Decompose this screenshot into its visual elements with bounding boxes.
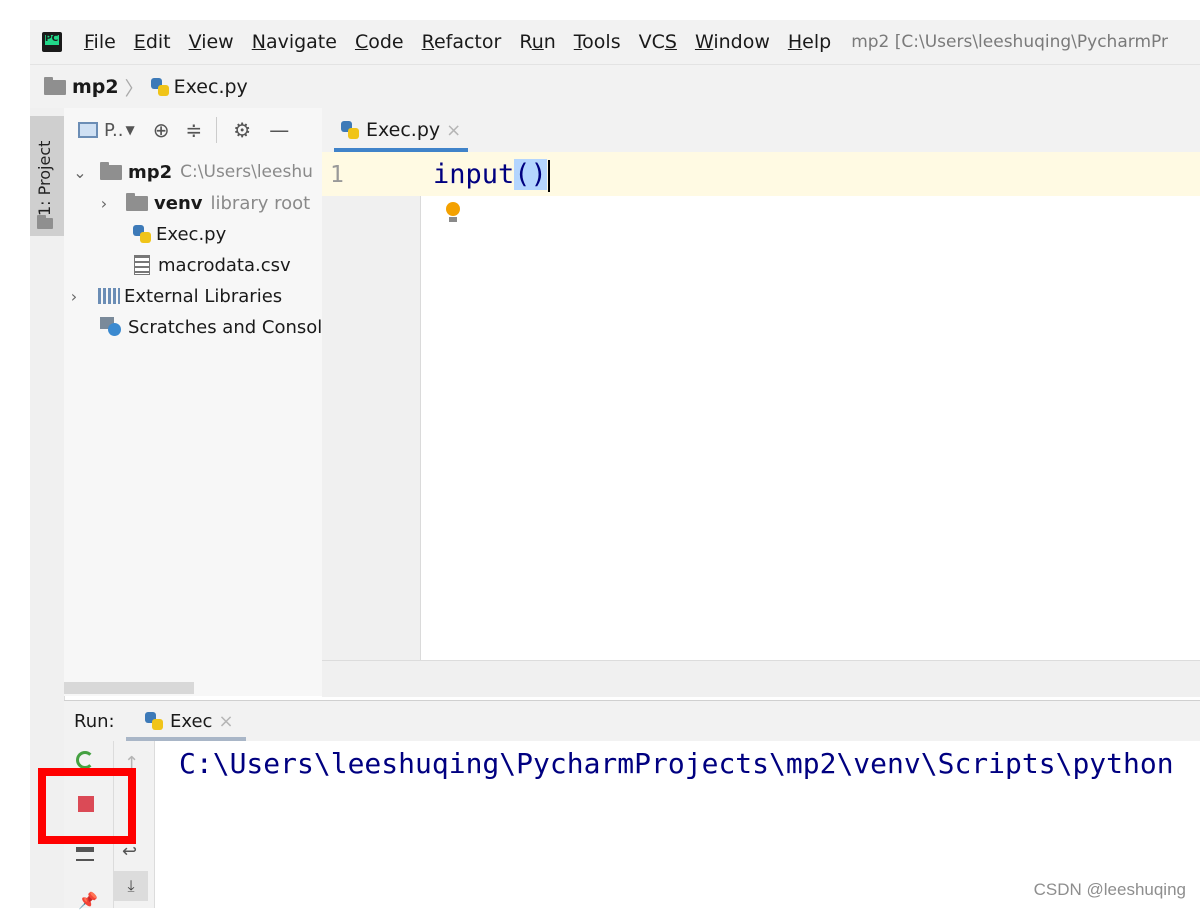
- horizontal-scrollbar[interactable]: [64, 682, 194, 694]
- navigation-bar: mp2 〉 Exec.py: [30, 64, 1200, 110]
- hide-panel-icon[interactable]: —: [269, 118, 289, 142]
- close-icon[interactable]: ×: [218, 711, 233, 732]
- menu-help[interactable]: Help: [788, 31, 831, 53]
- library-root-note: library root: [210, 192, 311, 214]
- pin-icon[interactable]: 📌: [78, 891, 98, 910]
- tree-root-label: mp2: [128, 161, 173, 183]
- python-file-icon: [150, 77, 170, 97]
- python-file-icon: [132, 224, 152, 244]
- menu-code[interactable]: Code: [355, 31, 404, 53]
- layout-icon[interactable]: [76, 847, 94, 861]
- project-view-icon: [78, 122, 98, 138]
- tree-item-exec[interactable]: Exec.py: [132, 218, 226, 250]
- project-tool-label: 1: Project: [35, 140, 54, 216]
- menu-bar: File Edit View Navigate Code Refactor Ru…: [30, 20, 1200, 64]
- chevron-right-icon[interactable]: ›: [66, 287, 82, 306]
- tree-item-csv-label: macrodata.csv: [158, 254, 291, 276]
- tree-item-exec-label: Exec.py: [156, 223, 227, 245]
- code-editor[interactable]: [421, 152, 1200, 660]
- menu-file[interactable]: File: [84, 31, 116, 53]
- tree-root-mp2[interactable]: ⌄ mp2 C:\Users\leeshu: [72, 156, 313, 188]
- run-tab-label: Exec: [170, 710, 213, 732]
- breadcrumb-file[interactable]: Exec.py: [174, 76, 248, 98]
- chevron-right-icon[interactable]: ›: [96, 194, 112, 213]
- lightbulb-icon[interactable]: [446, 202, 460, 222]
- run-tab-exec[interactable]: Exec ×: [144, 701, 234, 741]
- tree-item-external-libraries[interactable]: › External Libraries: [64, 280, 282, 312]
- code-text: input: [433, 159, 515, 190]
- menu-refactor[interactable]: Refactor: [422, 31, 502, 53]
- breadcrumb-project[interactable]: mp2: [72, 76, 119, 98]
- chevron-down-icon[interactable]: ⌄: [72, 163, 88, 182]
- run-label: Run:: [74, 710, 115, 732]
- menu-run[interactable]: Run: [519, 31, 555, 53]
- menu-window[interactable]: Window: [695, 31, 770, 53]
- menu-items: File Edit View Navigate Code Refactor Ru…: [84, 20, 1168, 64]
- locate-target-icon[interactable]: ⊕: [153, 118, 170, 142]
- project-tool-button[interactable]: 1: Project: [30, 116, 64, 236]
- line-number: 1: [330, 162, 344, 188]
- editor-tab-bar: Exec.py ×: [322, 108, 1200, 153]
- project-panel: P.. ▼ ⊕ ≑ ⚙ — ⌄ mp2 C:\Users\leeshu › ve…: [64, 108, 322, 696]
- scratches-icon: [100, 317, 122, 337]
- project-panel-toolbar: P.. ▼ ⊕ ≑ ⚙ —: [64, 108, 322, 152]
- tree-root-path: C:\Users\leeshu: [180, 162, 313, 182]
- breadcrumb-separator: 〉: [124, 77, 144, 100]
- toolbar-divider: [216, 117, 218, 143]
- folder-icon: [44, 76, 66, 95]
- tab-exec-py[interactable]: Exec.py ×: [336, 108, 465, 152]
- menu-vcs[interactable]: VCS: [639, 31, 677, 53]
- python-file-icon: [340, 120, 360, 140]
- menu-view[interactable]: View: [189, 31, 234, 53]
- annotation-highlight-box: [38, 768, 136, 844]
- text-caret: [547, 159, 550, 192]
- tree-item-venv-label: venv: [154, 192, 203, 214]
- gear-icon[interactable]: ⚙: [233, 118, 251, 142]
- project-view-selector[interactable]: P..: [104, 120, 124, 141]
- tab-exec-py-label: Exec.py: [366, 119, 441, 141]
- menu-edit[interactable]: Edit: [134, 31, 171, 53]
- soft-wrap-icon[interactable]: ↩: [122, 841, 137, 862]
- tree-item-csv[interactable]: macrodata.csv: [134, 249, 291, 281]
- close-icon[interactable]: ×: [446, 120, 461, 141]
- folder-icon: [126, 192, 148, 211]
- libraries-icon: [98, 288, 120, 304]
- watermark: CSDN @leeshuqing: [1033, 880, 1186, 899]
- folder-icon: [100, 161, 122, 180]
- scroll-to-end-icon[interactable]: ⤓: [114, 871, 148, 901]
- pycharm-logo-icon: [42, 32, 62, 52]
- code-line[interactable]: input(): [433, 159, 550, 192]
- editor-bottom-strip: [322, 660, 1200, 697]
- run-panel-header: Run: Exec ×: [64, 700, 1200, 742]
- menu-navigate[interactable]: Navigate: [252, 31, 337, 53]
- editor-gutter: [322, 152, 421, 660]
- console-output: C:\Users\leeshuqing\PycharmProjects\mp2\…: [179, 747, 1174, 780]
- text-file-icon: [134, 255, 150, 275]
- window-title: mp2 [C:\Users\leeshuqing\PycharmPr: [851, 32, 1168, 52]
- dropdown-arrow-icon[interactable]: ▼: [126, 123, 135, 137]
- tree-item-scratches[interactable]: Scratches and Consol: [100, 311, 322, 343]
- tree-item-venv[interactable]: › venv library root: [96, 187, 310, 219]
- rerun-icon[interactable]: [76, 751, 94, 769]
- project-folder-icon: [37, 215, 53, 229]
- tree-item-external-label: External Libraries: [124, 285, 283, 307]
- selected-parens: (): [514, 159, 547, 190]
- collapse-all-icon[interactable]: ≑: [186, 118, 203, 142]
- tree-item-scratches-label: Scratches and Consol: [128, 316, 323, 338]
- python-run-icon: [144, 711, 164, 731]
- menu-tools[interactable]: Tools: [574, 31, 621, 53]
- breadcrumb: mp2 〉 Exec.py: [44, 65, 248, 109]
